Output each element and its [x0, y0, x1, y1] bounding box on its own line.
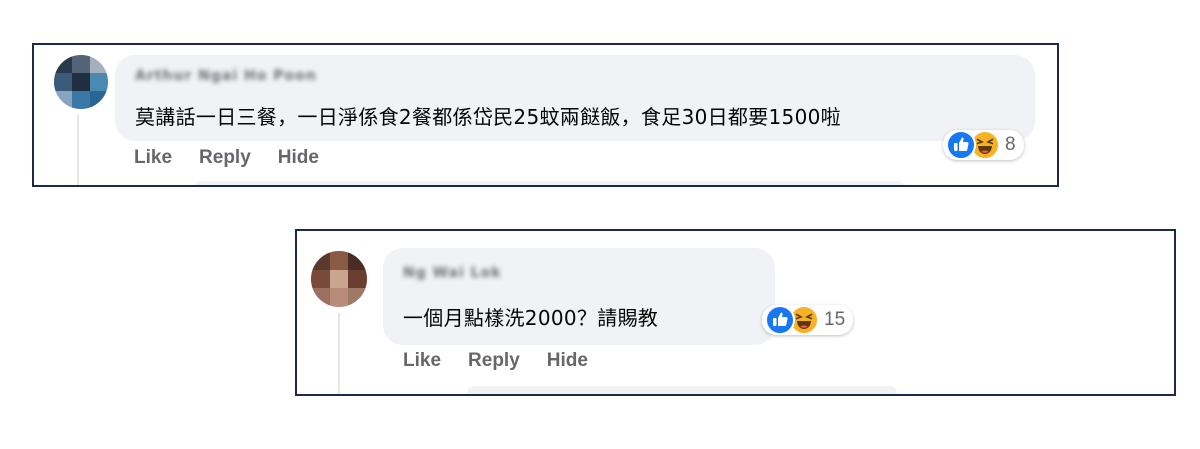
reply-button[interactable]: Reply	[468, 350, 520, 372]
comment-card-2: Ng Wai Lok 一個月點樣洗2000？請賜教 15 Like Reply …	[295, 229, 1176, 396]
hide-button[interactable]: Hide	[278, 147, 319, 169]
like-button[interactable]: Like	[134, 147, 172, 169]
avatar[interactable]	[54, 55, 108, 109]
comment-bubble: Arthur Ngai Ho Poon 莫講話一日三餐，一日淨係食2餐都係岱民2…	[115, 55, 1035, 141]
thread-line	[338, 313, 340, 394]
comment-card-1: Arthur Ngai Ho Poon 莫講話一日三餐，一日淨係食2餐都係岱民2…	[32, 43, 1059, 187]
comment-actions: Like Reply Hide	[134, 147, 319, 169]
hide-button[interactable]: Hide	[547, 350, 588, 372]
like-button[interactable]: Like	[403, 350, 441, 372]
like-reaction-icon	[765, 305, 795, 335]
author-name[interactable]: Arthur Ngai Ho Poon	[135, 68, 317, 84]
reply-button[interactable]: Reply	[199, 147, 251, 169]
reaction-summary[interactable]: 15	[762, 305, 854, 335]
comment-text: 莫講話一日三餐，一日淨係食2餐都係岱民25蚊兩餸飯，食足30日都要1500啦	[135, 105, 841, 129]
author-name[interactable]: Ng Wai Lok	[403, 265, 502, 281]
reply-preview-stub	[467, 386, 897, 394]
reply-preview-stub	[194, 181, 904, 185]
like-reaction-icon	[946, 130, 976, 160]
reaction-count: 15	[824, 309, 846, 330]
comment-actions: Like Reply Hide	[403, 350, 588, 372]
comment-text: 一個月點樣洗2000？請賜教	[403, 306, 659, 330]
avatar[interactable]	[311, 251, 367, 307]
reaction-count: 8	[1005, 134, 1016, 155]
reaction-summary[interactable]: 8	[943, 130, 1024, 160]
thread-line	[77, 115, 79, 185]
comment-bubble: Ng Wai Lok 一個月點樣洗2000？請賜教	[383, 248, 775, 345]
